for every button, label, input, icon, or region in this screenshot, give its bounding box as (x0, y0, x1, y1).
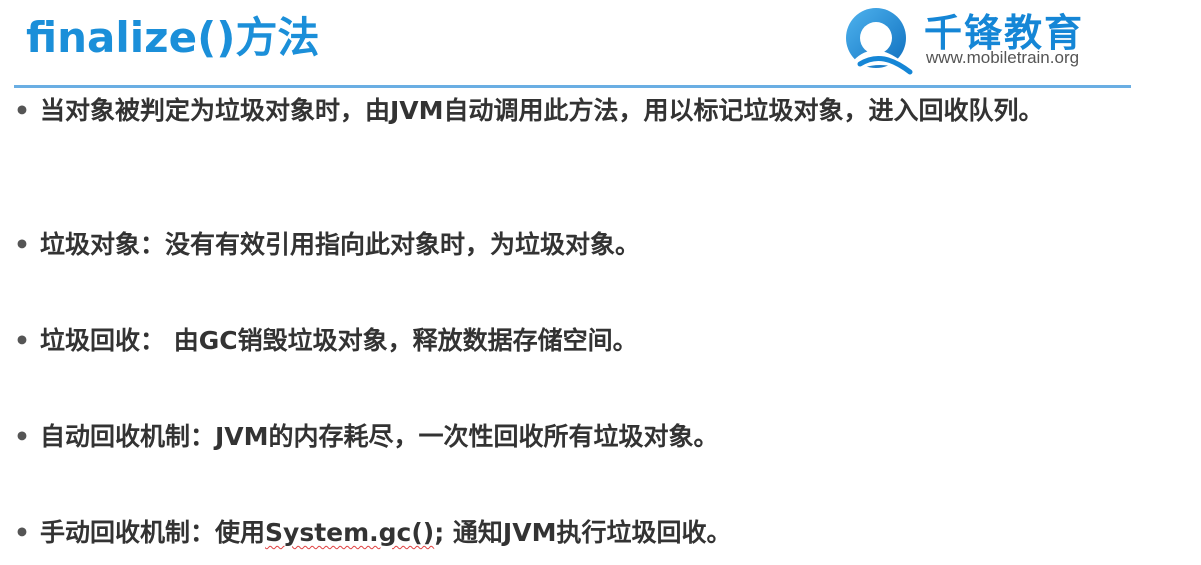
bullet-prefix: 手动回收机制：使用 (40, 518, 266, 547)
bullet-text: 手动回收机制：使用System.gc(); 通知JVM执行垃圾回收。 (40, 520, 1134, 546)
bullet-text: 垃圾回收： 由GC销毁垃圾对象，释放数据存储空间。 (40, 326, 638, 355)
bullet-dot: • (14, 230, 30, 259)
bullet-dot: • (14, 326, 30, 355)
brand-logo: 千锋教育 www.mobiletrain.org (840, 2, 1140, 78)
bullet-item: • 垃圾对象：没有有效引用指向此对象时，为垃圾对象。 (14, 232, 1134, 258)
bullet-text: 当对象被判定为垃圾对象时，由JVM自动调用此方法，用以标记垃圾对象，进入回收队列… (40, 96, 1044, 125)
bullet-text: 垃圾对象：没有有效引用指向此对象时，为垃圾对象。 (40, 230, 641, 259)
code-system-gc: System.gc() (265, 518, 435, 547)
bullet-item: • 手动回收机制：使用System.gc(); 通知JVM执行垃圾回收。 (14, 520, 1134, 546)
bullet-item: • 自动回收机制：JVM的内存耗尽，一次性回收所有垃圾对象。 (14, 424, 1134, 450)
bullet-suffix: ; 通知JVM执行垃圾回收。 (434, 518, 732, 547)
bullet-text: 自动回收机制：JVM的内存耗尽，一次性回收所有垃圾对象。 (40, 422, 719, 451)
slide: finalize()方法 千锋教育 www.mobiletrain.org • … (0, 0, 1201, 565)
slide-title: finalize()方法 (26, 13, 320, 62)
bullet-dot: • (14, 422, 30, 451)
title-divider (14, 85, 1131, 88)
bullet-dot: • (14, 518, 30, 547)
bullet-item: • 垃圾回收： 由GC销毁垃圾对象，释放数据存储空间。 (14, 328, 1134, 354)
mobiletrain-q-logo-icon (846, 8, 914, 75)
bullet-item: • 当对象被判定为垃圾对象时，由JVM自动调用此方法，用以标记垃圾对象，进入回收… (14, 98, 1134, 124)
logo-url: www.mobiletrain.org (926, 48, 1080, 67)
bullet-dot: • (14, 96, 30, 125)
